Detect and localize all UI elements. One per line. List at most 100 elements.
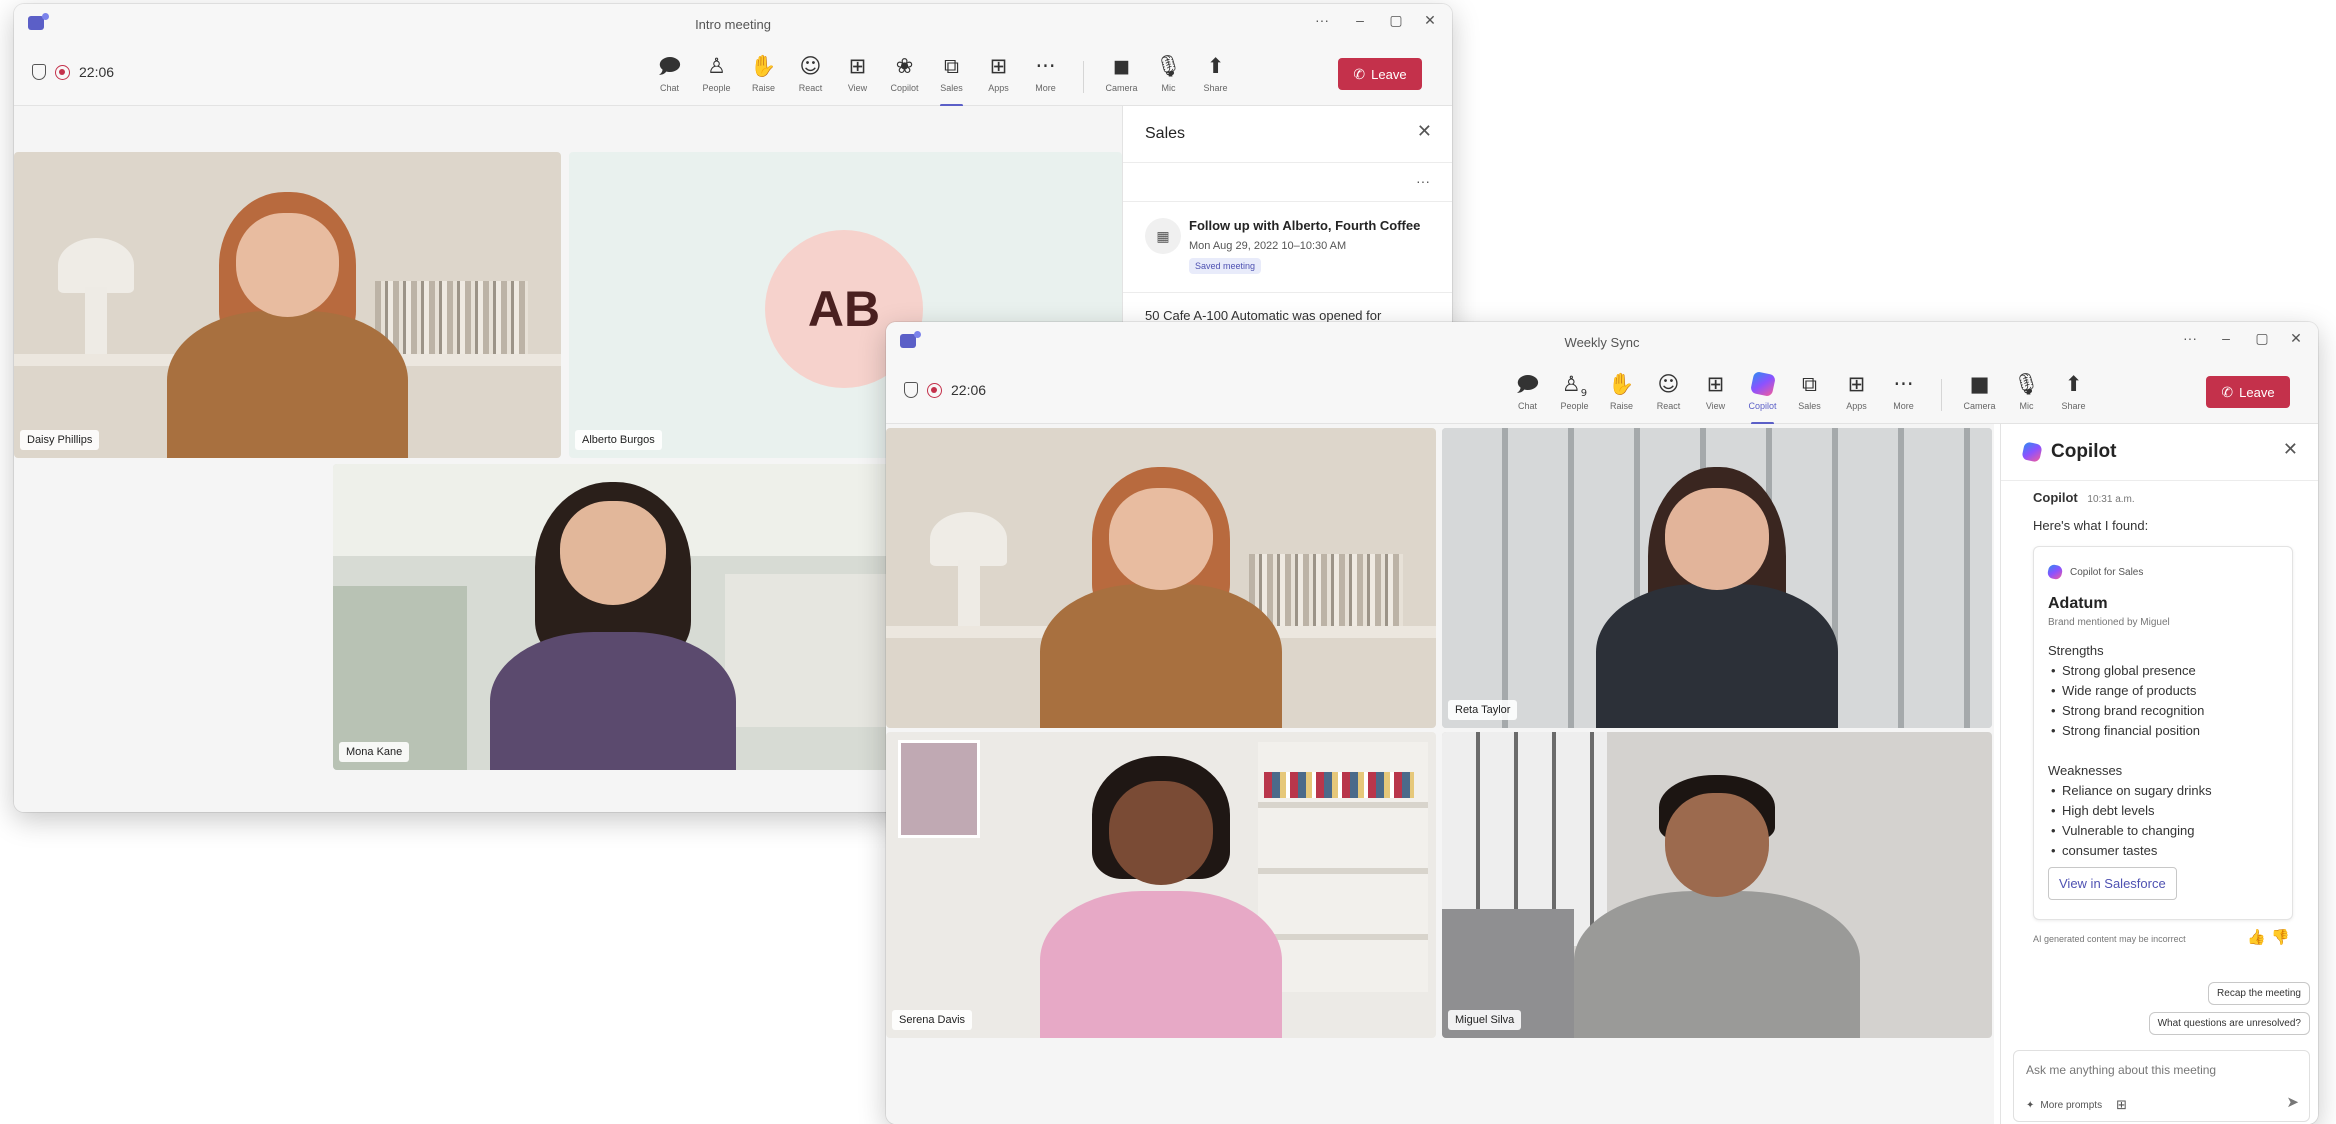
sales-button[interactable]: ⧉ Sales — [928, 53, 975, 107]
background-lamp — [930, 512, 1007, 566]
more-prompts-button[interactable]: ✦ More prompts ⊞ — [2026, 1097, 2127, 1113]
close-icon[interactable]: ✕ — [2283, 439, 2298, 460]
panel-subheader: ··· — [1123, 162, 1452, 202]
sales-icon: ⧉ — [944, 54, 959, 78]
more-prompts-label: More prompts — [2040, 1099, 2103, 1111]
camera-button[interactable]: ■ Camera — [1956, 371, 2003, 419]
participant-face — [1108, 488, 1214, 590]
more-button[interactable]: ··· More — [1022, 53, 1069, 101]
recording-icon — [55, 64, 70, 80]
raise-hand-button[interactable]: ✋ Raise — [740, 53, 787, 101]
participant-body — [489, 632, 737, 770]
window-title: Weekly Sync — [1564, 334, 1640, 350]
message-intro: Here's what I found: — [2033, 518, 2149, 533]
leave-button[interactable]: ✆ Leave — [2206, 376, 2290, 408]
apps-button[interactable]: ⊞ Apps — [975, 53, 1022, 101]
video-tile[interactable]: Mona Kane — [333, 464, 893, 770]
hand-icon: ✋ — [750, 54, 777, 78]
background-books — [375, 280, 529, 354]
meeting-timer: 22:06 — [32, 64, 114, 80]
thumbs-down-icon[interactable]: 👎 — [2271, 928, 2290, 946]
meeting-toolbar: 22:06 🗩 Chat ♙ People ✋ Raise ☺ React ⊞ View … — [14, 44, 1452, 107]
view-button[interactable]: ⊞ View — [834, 53, 881, 101]
weekly-sync-window: Weekly Sync ··· – ▢ ✕ 22:06 🗩 Chat ♙9 Peop… — [886, 322, 2318, 1124]
suggestion-recap-button[interactable]: Recap the meeting — [2208, 982, 2310, 1005]
chat-button[interactable]: 🗩 Chat — [646, 53, 693, 101]
ai-disclaimer: AI generated content may be incorrect — [2033, 934, 2186, 944]
chat-input-box[interactable]: Ask me anything about this meeting ✦ Mor… — [2013, 1050, 2310, 1122]
participant-name: Daisy Phillips — [20, 430, 100, 450]
copilot-button[interactable]: ❀ Copilot — [881, 53, 928, 101]
calendar-icon: ▦ — [1145, 218, 1181, 254]
sales-icon: ⧉ — [1802, 372, 1817, 396]
more-options-icon[interactable]: ··· — [1310, 12, 1334, 28]
list-item: Strong financial position — [2048, 721, 2204, 741]
view-button[interactable]: ⊞ View — [1692, 371, 1739, 419]
close-window-button[interactable]: ✕ — [2284, 330, 2308, 347]
video-tile[interactable] — [886, 428, 1436, 728]
smile-icon: ☺ — [1657, 372, 1680, 396]
minimize-button[interactable]: – — [2214, 330, 2238, 346]
mic-button[interactable]: 🎙 Mic — [2003, 371, 2050, 419]
share-icon: ⬆ — [1206, 54, 1225, 78]
react-button[interactable]: ☺ React — [787, 53, 834, 101]
weaknesses-label: Weaknesses — [2048, 763, 2123, 778]
message-time: 10:31 a.m. — [2087, 494, 2135, 505]
more-icon[interactable]: ··· — [1416, 173, 1430, 189]
teams-logo-icon — [28, 13, 49, 30]
raise-hand-button[interactable]: ✋ Raise — [1598, 371, 1645, 419]
teams-logo-icon — [900, 331, 921, 348]
video-tile[interactable]: Miguel Silva — [1442, 732, 1992, 1038]
hand-icon: ✋ — [1608, 372, 1635, 396]
video-tile[interactable]: Daisy Phillips — [14, 152, 561, 458]
maximize-button[interactable]: ▢ — [1384, 12, 1408, 29]
weaknesses-list: Reliance on sugary drinks High debt leve… — [2048, 781, 2212, 861]
participant-name: Serena Davis — [892, 1010, 973, 1030]
video-tile[interactable]: Serena Davis — [886, 732, 1436, 1038]
suggestion-unresolved-button[interactable]: What questions are unresolved? — [2148, 1012, 2310, 1035]
share-button[interactable]: ⬆ Share — [2050, 371, 2097, 419]
strengths-list: Strong global presence Wide range of pro… — [2048, 661, 2204, 741]
camera-icon: ■ — [1969, 372, 1990, 396]
sender-name: Copilot — [2033, 490, 2078, 505]
window-title: Intro meeting — [695, 16, 771, 32]
list-item: Strong global presence — [2048, 661, 2204, 681]
participant-name: Reta Taylor — [1448, 700, 1518, 720]
card-source-label: Copilot for Sales — [2070, 566, 2144, 578]
list-item: High debt levels — [2048, 801, 2212, 821]
leave-button[interactable]: ✆ Leave — [1338, 58, 1422, 90]
shield-icon — [904, 382, 918, 398]
minimize-button[interactable]: – — [1348, 12, 1372, 28]
people-button[interactable]: ♙ People — [693, 53, 740, 101]
maximize-button[interactable]: ▢ — [2250, 330, 2274, 347]
copilot-button[interactable]: Copilot — [1739, 370, 1786, 425]
participant-face — [1664, 488, 1770, 590]
copilot-icon: ❀ — [895, 54, 914, 78]
card-source: Copilot for Sales — [2046, 563, 2144, 581]
grid-icon: ⊞ — [2116, 1097, 2127, 1112]
people-button[interactable]: ♙9 People — [1551, 371, 1598, 419]
video-stage: Reta Taylor Serena Davis Miguel Silva — [886, 424, 1994, 1124]
view-in-salesforce-button[interactable]: View in Salesforce — [2048, 867, 2177, 900]
send-icon[interactable]: ➤ — [2286, 1093, 2299, 1111]
more-options-icon[interactable]: ··· — [2178, 330, 2202, 346]
react-button[interactable]: ☺ React — [1645, 371, 1692, 419]
list-item: Vulnerable to changing — [2048, 821, 2212, 841]
mic-button[interactable]: 🎙 Mic — [1145, 53, 1192, 101]
share-button[interactable]: ⬆ Share — [1192, 53, 1239, 101]
chat-input-placeholder[interactable]: Ask me anything about this meeting — [2026, 1063, 2216, 1077]
divider — [1123, 292, 1452, 293]
sales-button[interactable]: ⧉ Sales — [1786, 371, 1833, 419]
camera-button[interactable]: ◼ Camera — [1098, 53, 1145, 101]
toolbar-divider — [1083, 61, 1084, 93]
panel-header: Sales — [1123, 106, 1452, 162]
participant-body — [1574, 891, 1860, 1038]
thumbs-up-icon[interactable]: 👍 — [2247, 928, 2266, 946]
close-icon[interactable]: ✕ — [1417, 121, 1432, 142]
more-button[interactable]: ··· More — [1880, 371, 1927, 419]
chat-button[interactable]: 🗩 Chat — [1504, 371, 1551, 419]
close-window-button[interactable]: ✕ — [1418, 12, 1442, 29]
video-tile[interactable]: Reta Taylor — [1442, 428, 1992, 728]
sales-item-title[interactable]: Follow up with Alberto, Fourth Coffee — [1189, 218, 1420, 233]
apps-button[interactable]: ⊞ Apps — [1833, 371, 1880, 419]
